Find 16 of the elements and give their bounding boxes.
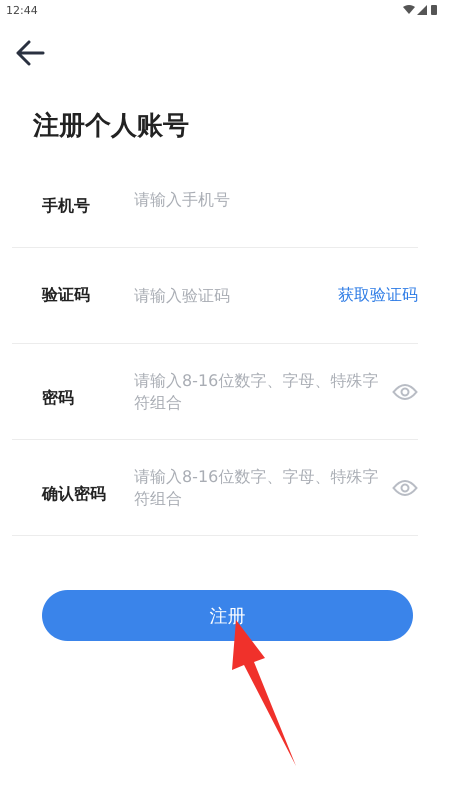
eye-icon[interactable] <box>392 382 418 400</box>
eye-icon[interactable] <box>392 478 418 496</box>
status-time: 12:44 <box>6 4 38 16</box>
back-button[interactable] <box>14 40 46 68</box>
page-title: 注册个人账号 <box>33 110 190 143</box>
input-field[interactable]: 请输入8-16位数字、字母、特殊字符组合 <box>134 466 384 510</box>
status-icons <box>403 4 439 16</box>
input-field[interactable]: 请输入8-16位数字、字母、特殊字符组合 <box>134 370 384 414</box>
input-field[interactable]: 请输入验证码 <box>134 286 338 305</box>
field-label: 手机号 <box>42 195 91 217</box>
field-label: 确认密码 <box>42 484 107 505</box>
input-field[interactable]: 请输入手机号 <box>134 190 418 209</box>
register-button[interactable]: 注册 <box>42 590 413 641</box>
field-label: 密码 <box>42 388 75 409</box>
get-code-link[interactable]: 获取验证码 <box>338 285 418 306</box>
field-label: 验证码 <box>42 285 91 306</box>
